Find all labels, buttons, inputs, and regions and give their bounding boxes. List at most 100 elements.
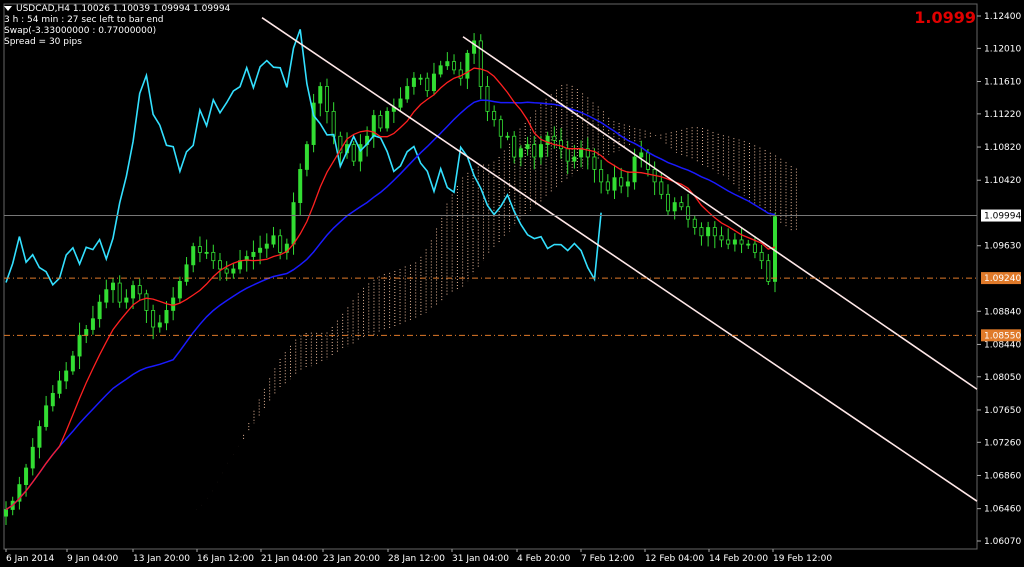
candle-body: [692, 218, 697, 228]
y-tick-label: 1.11220: [984, 110, 1021, 120]
candle-body: [124, 297, 129, 303]
candle-body: [84, 329, 89, 336]
candle-body: [559, 140, 564, 150]
y-tick-label: 1.08050: [984, 373, 1021, 383]
y-tick-label: 1.09630: [984, 242, 1021, 252]
candle-body: [706, 227, 711, 237]
candle-body: [318, 86, 323, 104]
candle-body: [64, 370, 69, 382]
candle-body: [291, 202, 296, 245]
candle-body: [44, 405, 49, 427]
chart-border: [3, 3, 978, 550]
horizontal-levels[interactable]: [4, 215, 977, 336]
price-badge-label: 1.08550: [984, 331, 1021, 341]
candle-body: [445, 61, 450, 67]
x-tick-label: 12 Feb 04:00: [645, 554, 704, 564]
candle-body: [525, 144, 530, 150]
current-price-display: 1.0999: [914, 8, 976, 27]
candle-body: [131, 285, 136, 299]
candle-body: [191, 246, 196, 266]
candle-body: [552, 135, 557, 141]
candle-body: [211, 251, 216, 262]
candle-body: [177, 281, 182, 299]
y-tick-label: 1.06070: [984, 537, 1021, 547]
y-tick-label: 1.11610: [984, 78, 1021, 88]
candle-body: [77, 334, 82, 357]
candle-body: [224, 268, 229, 274]
candle-body: [385, 110, 390, 129]
candle-body: [505, 135, 510, 138]
candle-body: [37, 426, 42, 448]
candle-body: [752, 243, 757, 253]
candle-body: [465, 52, 470, 79]
candle-body: [565, 148, 570, 162]
symbol-quote: USDCAD,H4 1.10026 1.10039 1.09994 1.0999…: [16, 4, 231, 14]
candle-body: [719, 235, 724, 241]
candle-body: [171, 297, 176, 311]
candle-body: [625, 181, 630, 187]
candle-body: [304, 144, 309, 170]
candle-body: [271, 235, 276, 245]
candle-body: [639, 152, 644, 158]
candle-body: [659, 181, 664, 195]
candle-body: [70, 355, 75, 372]
x-tick-label: 4 Feb 20:00: [517, 554, 571, 564]
candle-body: [498, 119, 503, 137]
price-badge-label: 1.09994: [984, 212, 1021, 222]
candle-body: [204, 251, 209, 254]
candle-body: [438, 65, 443, 75]
candle-body: [97, 301, 102, 320]
candle-body: [278, 235, 283, 253]
candle-body: [712, 227, 717, 237]
candle-body: [739, 239, 744, 245]
channel-line-upper[interactable]: [462, 36, 978, 390]
candle-body: [605, 181, 610, 191]
y-tick-label: 1.06860: [984, 471, 1021, 481]
candle-body: [538, 144, 543, 158]
candle-body: [137, 285, 142, 295]
candle-body: [592, 156, 597, 170]
y-tick-label: 1.06460: [984, 505, 1021, 515]
price-badges: 1.09994 1.09240 1.08550: [981, 209, 1021, 342]
candle-body: [258, 247, 263, 253]
candle-body: [351, 144, 356, 162]
price-chart[interactable]: 1.12400 1.12010 1.11610 1.11220 1.10820 1.104…: [0, 0, 1024, 567]
x-tick-label: 21 Jan 04:00: [261, 554, 318, 564]
y-tick-label: 1.08840: [984, 307, 1021, 317]
time-axis: 6 Jan 2014 9 Jan 04:00 13 Jan 20:00 16 Jan …: [5, 549, 832, 564]
candle-body: [90, 318, 95, 330]
candle-body: [518, 148, 523, 158]
candle-body: [184, 264, 189, 282]
spread-info: Spread = 30 pips: [4, 37, 82, 47]
symbol-line[interactable]: USDCAD,H4 1.10026 1.10039 1.09994 1.0999…: [4, 4, 230, 15]
candle-body: [679, 202, 684, 208]
candle-body: [672, 202, 677, 212]
candle-body: [759, 251, 764, 262]
channel-line-lower[interactable]: [261, 16, 978, 502]
dropdown-triangle-icon[interactable]: [4, 6, 12, 11]
candle-body: [599, 169, 604, 183]
candle-body: [579, 148, 584, 158]
candle-body: [264, 243, 269, 249]
candle-body: [157, 322, 162, 328]
candle-body: [411, 77, 416, 87]
candle-body: [699, 227, 704, 237]
ichimoku-cloud: [243, 84, 797, 439]
candle-body: [532, 144, 537, 158]
y-tick-label: 1.12400: [984, 12, 1021, 22]
candles: [4, 33, 778, 526]
y-tick-label: 1.10420: [984, 176, 1021, 186]
candle-body: [492, 110, 497, 121]
candle-body: [425, 77, 430, 92]
x-tick-label: 13 Jan 20:00: [133, 554, 190, 564]
candle-body: [405, 86, 410, 100]
candle-body: [331, 110, 336, 137]
chikou-span-line: [5, 29, 602, 287]
price-channel[interactable]: [261, 16, 978, 502]
candle-body: [746, 243, 751, 246]
candle-body: [24, 467, 29, 486]
candle-body: [512, 135, 517, 158]
y-tick-label: 1.07260: [984, 438, 1021, 448]
candle-body: [398, 98, 403, 108]
x-tick-label: 31 Jan 04:00: [452, 554, 509, 564]
